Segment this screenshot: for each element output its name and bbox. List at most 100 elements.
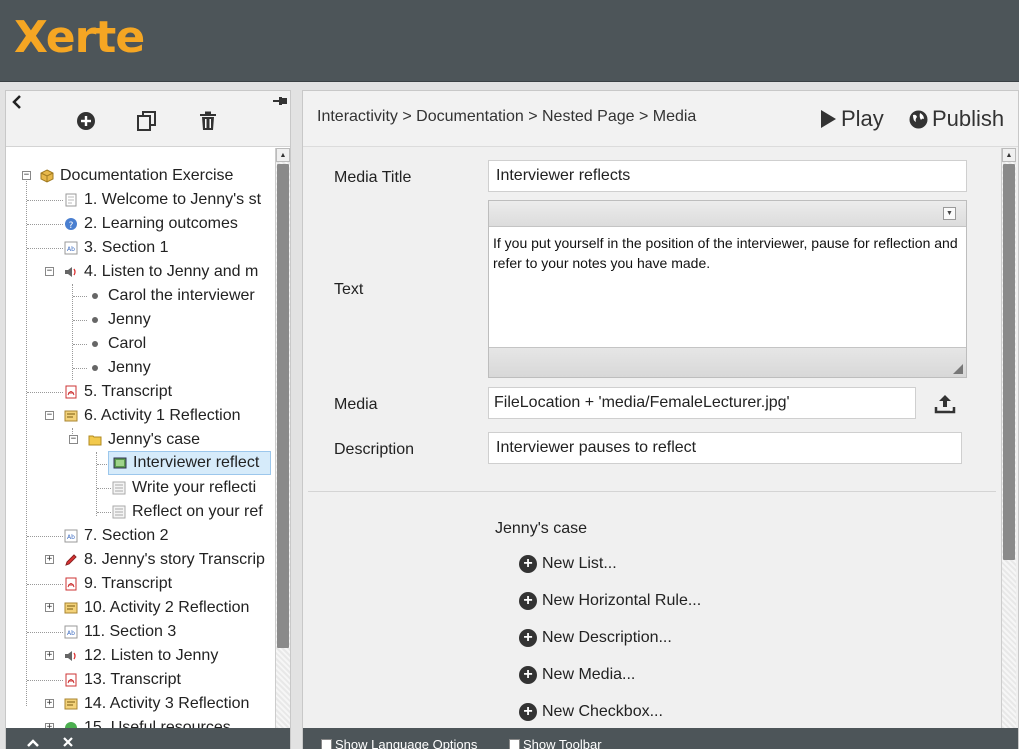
pencil-icon	[65, 554, 77, 566]
tree-item[interactable]: 15. Useful resources	[64, 716, 231, 728]
tree-label: 6. Activity 1 Reflection	[84, 407, 241, 424]
checkbox-label: Show Toolbar	[523, 737, 602, 749]
play-button[interactable]: Play	[819, 106, 884, 132]
form-scrollbar[interactable]: ▲	[1001, 148, 1016, 728]
tree-connector	[73, 320, 87, 321]
tree-item[interactable]: Jenny	[88, 308, 151, 332]
tree-connector	[73, 344, 87, 345]
expand-up-icon[interactable]	[26, 737, 40, 747]
pin-panel-button[interactable]	[272, 93, 288, 109]
tree-item[interactable]: 14. Activity 3 Reflection	[64, 692, 249, 716]
tree-label: Jenny	[108, 359, 151, 376]
tree-item[interactable]: ? 2. Learning outcomes	[64, 212, 238, 236]
tree-item[interactable]: Ab 3. Section 1	[64, 236, 169, 260]
tree-item[interactable]: 10. Activity 2 Reflection	[64, 596, 249, 620]
show-language-option[interactable]: Show Language Options	[321, 737, 477, 749]
scroll-thumb[interactable]	[1003, 164, 1015, 560]
scroll-thumb[interactable]	[277, 164, 289, 648]
add-page-button[interactable]	[73, 108, 99, 134]
tree-toggle[interactable]: −	[69, 435, 78, 444]
rich-text-editor[interactable]: ▼ If you put yourself in the position of…	[488, 200, 967, 378]
tree-item[interactable]: Jenny's case	[88, 428, 200, 452]
tree-connector	[27, 248, 63, 249]
new-horizontal-rule-button[interactable]: + New Horizontal Rule...	[519, 592, 701, 610]
question-icon: ?	[65, 218, 77, 231]
tree-label: 14. Activity 3 Reflection	[84, 695, 250, 712]
tree-connector	[97, 512, 111, 513]
play-label: Play	[841, 106, 884, 131]
tree-label: 4. Listen to Jenny and m	[84, 263, 259, 280]
chevron-left-icon	[12, 95, 21, 109]
tree-item[interactable]: Ab 7. Section 2	[64, 524, 169, 548]
tree-item[interactable]: Carol the interviewer	[88, 284, 255, 308]
new-checkbox-button[interactable]: + New Checkbox...	[519, 703, 663, 721]
checkbox[interactable]	[321, 739, 332, 749]
publish-button[interactable]: Publish	[909, 106, 1004, 132]
media-title-label: Media Title	[334, 169, 412, 186]
tree-label: 2. Learning outcomes	[84, 215, 238, 232]
tree-item[interactable]: 13. Transcript	[64, 668, 181, 692]
tree-toggle[interactable]: +	[45, 651, 54, 660]
tree-connector	[27, 224, 63, 225]
page-tree: − Documentation Exercise 1. Welcome to J…	[6, 148, 276, 728]
delete-page-button[interactable]	[195, 108, 221, 134]
description-input[interactable]	[488, 432, 962, 464]
tree-scrollbar[interactable]: ▲	[275, 148, 290, 728]
show-toolbar-option[interactable]: Show Toolbar	[509, 737, 602, 749]
new-list-button[interactable]: + New List...	[519, 555, 617, 573]
new-item-label: New Horizontal Rule...	[542, 592, 702, 609]
tree-toggle[interactable]: +	[45, 699, 54, 708]
new-media-button[interactable]: + New Media...	[519, 666, 635, 684]
trash-icon	[200, 111, 216, 130]
editor-toolbar-strip: ▼	[489, 201, 966, 227]
tree-item[interactable]: Carol	[88, 332, 146, 356]
tree-toggle[interactable]: −	[45, 267, 54, 276]
tree-toggle[interactable]: +	[45, 555, 54, 564]
tree-root[interactable]: Documentation Exercise	[40, 164, 233, 188]
new-description-button[interactable]: + New Description...	[519, 629, 672, 647]
structure-footer	[6, 728, 290, 749]
tree-item[interactable]: 1. Welcome to Jenny's st	[64, 188, 261, 212]
duplicate-page-button[interactable]	[134, 108, 160, 134]
checkbox[interactable]	[509, 739, 520, 749]
tree-label: 15. Useful resources	[84, 719, 231, 728]
editor-content[interactable]: If you put yourself in the position of t…	[493, 233, 958, 273]
new-item-label: New Description...	[542, 629, 672, 646]
tree-connector	[26, 176, 27, 706]
bullet-icon	[92, 317, 98, 323]
upload-button[interactable]	[933, 392, 957, 416]
tree-label: 12. Listen to Jenny	[84, 647, 219, 664]
media-input[interactable]	[488, 387, 916, 419]
folder-icon	[88, 435, 102, 446]
collapse-panel-button[interactable]	[8, 93, 26, 111]
tree-label: Interviewer reflect	[133, 454, 260, 471]
activity-icon	[64, 698, 78, 710]
scroll-up-icon[interactable]: ▲	[276, 148, 290, 162]
tree-item[interactable]: Write your reflecti	[112, 476, 256, 500]
tree-item[interactable]: 9. Transcript	[64, 572, 172, 596]
tree-toggle[interactable]: +	[45, 603, 54, 612]
tree-item[interactable]: Reflect on your ref	[112, 500, 263, 524]
tree-connector	[73, 296, 87, 297]
tree-item[interactable]: Jenny	[88, 356, 151, 380]
resize-handle-icon[interactable]	[953, 364, 963, 374]
tree-item[interactable]: 5. Transcript	[64, 380, 172, 404]
tree-toggle[interactable]: −	[45, 411, 54, 420]
media-title-input[interactable]	[488, 160, 967, 192]
tree-toggle[interactable]: −	[22, 171, 31, 180]
tree-item[interactable]: 12. Listen to Jenny	[64, 644, 218, 668]
close-icon[interactable]	[62, 736, 74, 748]
svg-text:Ab: Ab	[67, 246, 75, 253]
image-icon	[113, 457, 127, 469]
checkbox-label: Show Language Options	[335, 737, 478, 749]
upload-icon	[934, 395, 956, 414]
plus-circle-icon: +	[519, 555, 537, 573]
dropdown-arrow-icon[interactable]: ▼	[943, 207, 956, 220]
tree-item-selected[interactable]: Interviewer reflect	[108, 451, 271, 475]
tree-item[interactable]: 4. Listen to Jenny and m	[64, 260, 258, 284]
publish-label: Publish	[932, 106, 1005, 131]
tree-item[interactable]: 8. Jenny's story Transcrip	[64, 548, 265, 572]
scroll-up-icon[interactable]: ▲	[1002, 148, 1016, 162]
tree-item[interactable]: 6. Activity 1 Reflection	[64, 404, 241, 428]
tree-item[interactable]: Ab 11. Section 3	[64, 620, 176, 644]
